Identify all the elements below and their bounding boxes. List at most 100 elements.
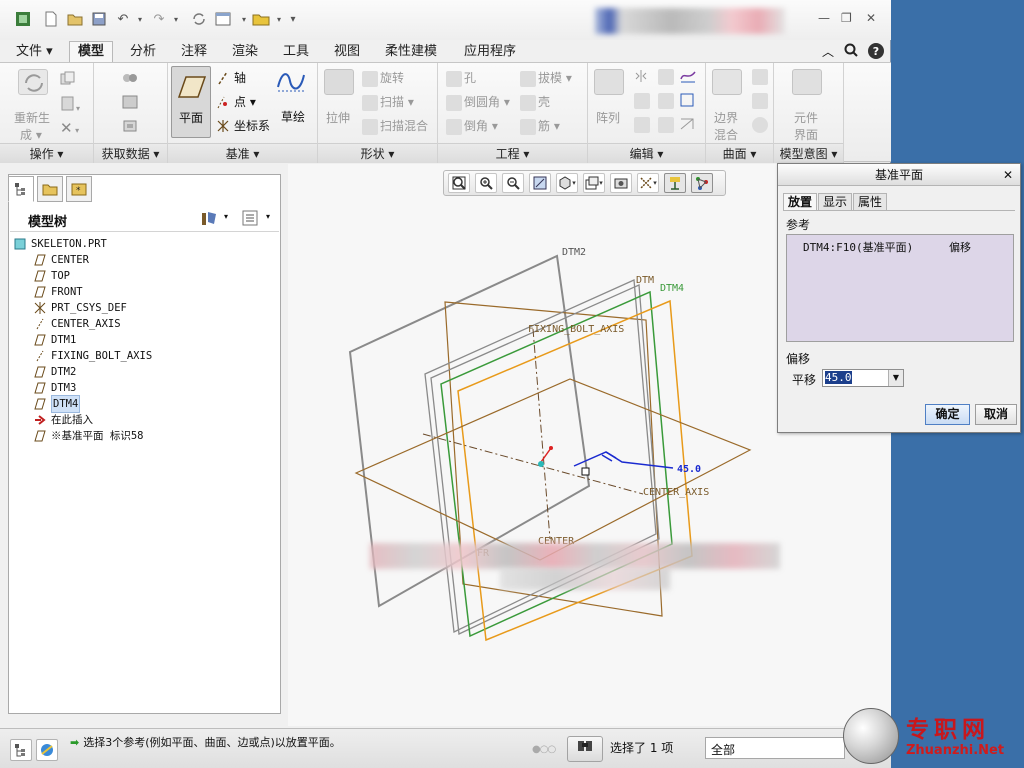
trim-icon[interactable]: [658, 93, 676, 109]
extrude-button[interactable]: 拉伸: [326, 109, 350, 126]
drag-handle[interactable]: [581, 467, 590, 476]
mirror-icon[interactable]: [634, 69, 648, 86]
curve-icon[interactable]: [680, 69, 696, 86]
zoom-in-icon[interactable]: [475, 173, 497, 193]
open-icon[interactable]: [66, 10, 84, 28]
sweep-button[interactable]: 扫描 ▾: [362, 93, 414, 111]
reference-row[interactable]: DTM4:F10(基准平面) 偏移: [803, 239, 1009, 255]
dialog-close-icon[interactable]: ✕: [1003, 164, 1013, 186]
draft-button[interactable]: 拔模 ▾: [520, 69, 572, 87]
tab-render[interactable]: 渲染: [224, 42, 266, 62]
revolve-button[interactable]: 旋转: [362, 69, 404, 87]
sketch-button[interactable]: 草绘: [276, 69, 310, 125]
shrinkwrap-icon[interactable]: [122, 119, 138, 136]
datum-display-filter-icon[interactable]: ▾: [637, 173, 659, 193]
minimize-icon[interactable]: —: [818, 11, 830, 25]
dialog-title-bar[interactable]: 基准平面 ✕: [778, 164, 1020, 186]
freestyle-icon[interactable]: [752, 93, 770, 109]
tab-favorites[interactable]: *: [66, 176, 92, 202]
annotation-display-icon[interactable]: [664, 173, 686, 193]
windows-icon[interactable]: [214, 10, 232, 28]
new-icon[interactable]: [42, 10, 60, 28]
refit-icon[interactable]: [448, 173, 470, 193]
get-data-group-label[interactable]: 获取数据 ▾: [94, 143, 167, 163]
tab-tools[interactable]: 工具: [275, 42, 317, 62]
zoom-out-icon[interactable]: [502, 173, 524, 193]
offset-icon[interactable]: [658, 117, 676, 133]
tree-show-icon[interactable]: [242, 210, 258, 229]
boundary-blend-button[interactable]: 边界 混合: [714, 109, 738, 143]
swept-blend-button[interactable]: 扫描混合: [362, 117, 428, 135]
reference-constraint[interactable]: 偏移: [949, 239, 971, 255]
intersect-icon[interactable]: [634, 117, 652, 133]
fixing-bolt-axis-line[interactable]: [532, 328, 551, 540]
csys-button[interactable]: 坐标系: [216, 117, 270, 135]
search-icon[interactable]: [844, 43, 858, 60]
fill-icon[interactable]: [752, 69, 770, 85]
tree-item[interactable]: TOP: [14, 268, 274, 284]
plane-button[interactable]: 平面: [171, 66, 211, 138]
paste-icon[interactable]: ▾: [60, 95, 80, 114]
tab-annotate[interactable]: 注释: [173, 42, 215, 62]
tree-item[interactable]: 在此插入: [14, 412, 274, 428]
tab-folder-browser[interactable]: [37, 176, 63, 202]
tree-item[interactable]: FIXING_BOLT_AXIS: [14, 348, 274, 364]
tree-item[interactable]: CENTER_AXIS: [14, 316, 274, 332]
tab-model[interactable]: 模型: [69, 41, 114, 63]
tree-item[interactable]: DTM4: [14, 395, 274, 413]
show-browser-icon[interactable]: [36, 739, 58, 761]
tree-item[interactable]: DTM2: [14, 364, 274, 380]
undo-icon[interactable]: ↶: [114, 10, 132, 28]
copy-icon[interactable]: [60, 71, 76, 88]
tree-settings-icon[interactable]: [200, 210, 222, 230]
shapes-group-label[interactable]: 形状 ▾: [318, 143, 437, 163]
maximize-icon[interactable]: ❐: [841, 11, 852, 25]
user-defined-feature-icon[interactable]: [122, 71, 138, 88]
operations-group-label[interactable]: 操作 ▾: [0, 143, 93, 163]
surfaces-group-label[interactable]: 曲面 ▾: [706, 143, 773, 163]
help-icon[interactable]: ?: [868, 43, 884, 59]
repaint-icon[interactable]: [529, 173, 551, 193]
tree-item[interactable]: DTM1: [14, 332, 274, 348]
close-window-icon[interactable]: [252, 10, 270, 28]
tab-properties[interactable]: 属性: [853, 193, 888, 211]
display-style-icon[interactable]: ▾: [556, 173, 578, 193]
show-navigator-icon[interactable]: [10, 739, 32, 761]
tab-view[interactable]: 视图: [326, 42, 368, 62]
copy-geometry-icon[interactable]: [122, 95, 138, 112]
customize-icon[interactable]: ▾: [284, 10, 302, 28]
tab-applications[interactable]: 应用程序: [456, 42, 524, 62]
close-icon[interactable]: ✕: [866, 11, 876, 25]
find-button[interactable]: [567, 736, 603, 762]
round-button[interactable]: 倒圆角 ▾: [446, 93, 510, 111]
extend-icon[interactable]: [634, 93, 652, 109]
axis-button[interactable]: 轴: [216, 69, 246, 87]
tab-analysis[interactable]: 分析: [122, 42, 164, 62]
regenerate-button[interactable]: 重新生 成 ▾: [14, 109, 50, 143]
save-icon[interactable]: [90, 10, 108, 28]
view-manager-icon[interactable]: [610, 173, 632, 193]
windows-dropdown-icon[interactable]: ▾: [235, 10, 253, 28]
rib-button[interactable]: 筋 ▾: [520, 117, 560, 135]
wrap-icon[interactable]: [680, 117, 694, 134]
offset-dimension-line[interactable]: [573, 451, 674, 469]
redo-icon[interactable]: ↷: [150, 10, 168, 28]
offset-dropdown-icon[interactable]: ▼: [888, 370, 903, 386]
saved-views-icon[interactable]: ▾: [583, 173, 605, 193]
pattern-button[interactable]: 阵列: [596, 109, 620, 126]
tree-item[interactable]: DTM3: [14, 380, 274, 396]
tab-display[interactable]: 显示: [818, 193, 853, 211]
engineering-group-label[interactable]: 工程 ▾: [438, 143, 587, 163]
component-interface-button[interactable]: 元件 界面: [794, 109, 818, 143]
app-icon[interactable]: [14, 10, 32, 28]
collapse-ribbon-icon[interactable]: ︿: [822, 43, 834, 60]
tree-item[interactable]: PRT_CSYS_DEF: [14, 300, 274, 316]
undo-dropdown-icon[interactable]: ▾: [131, 10, 149, 28]
redo-dropdown-icon[interactable]: ▾: [167, 10, 185, 28]
tree-item[interactable]: FRONT: [14, 284, 274, 300]
tree-item[interactable]: CENTER: [14, 252, 274, 268]
datum-group-label[interactable]: 基准 ▾: [168, 143, 317, 163]
chamfer-button[interactable]: 倒角 ▾: [446, 117, 498, 135]
center-axis-line[interactable]: [422, 433, 644, 495]
shell-button[interactable]: 壳: [520, 93, 550, 111]
